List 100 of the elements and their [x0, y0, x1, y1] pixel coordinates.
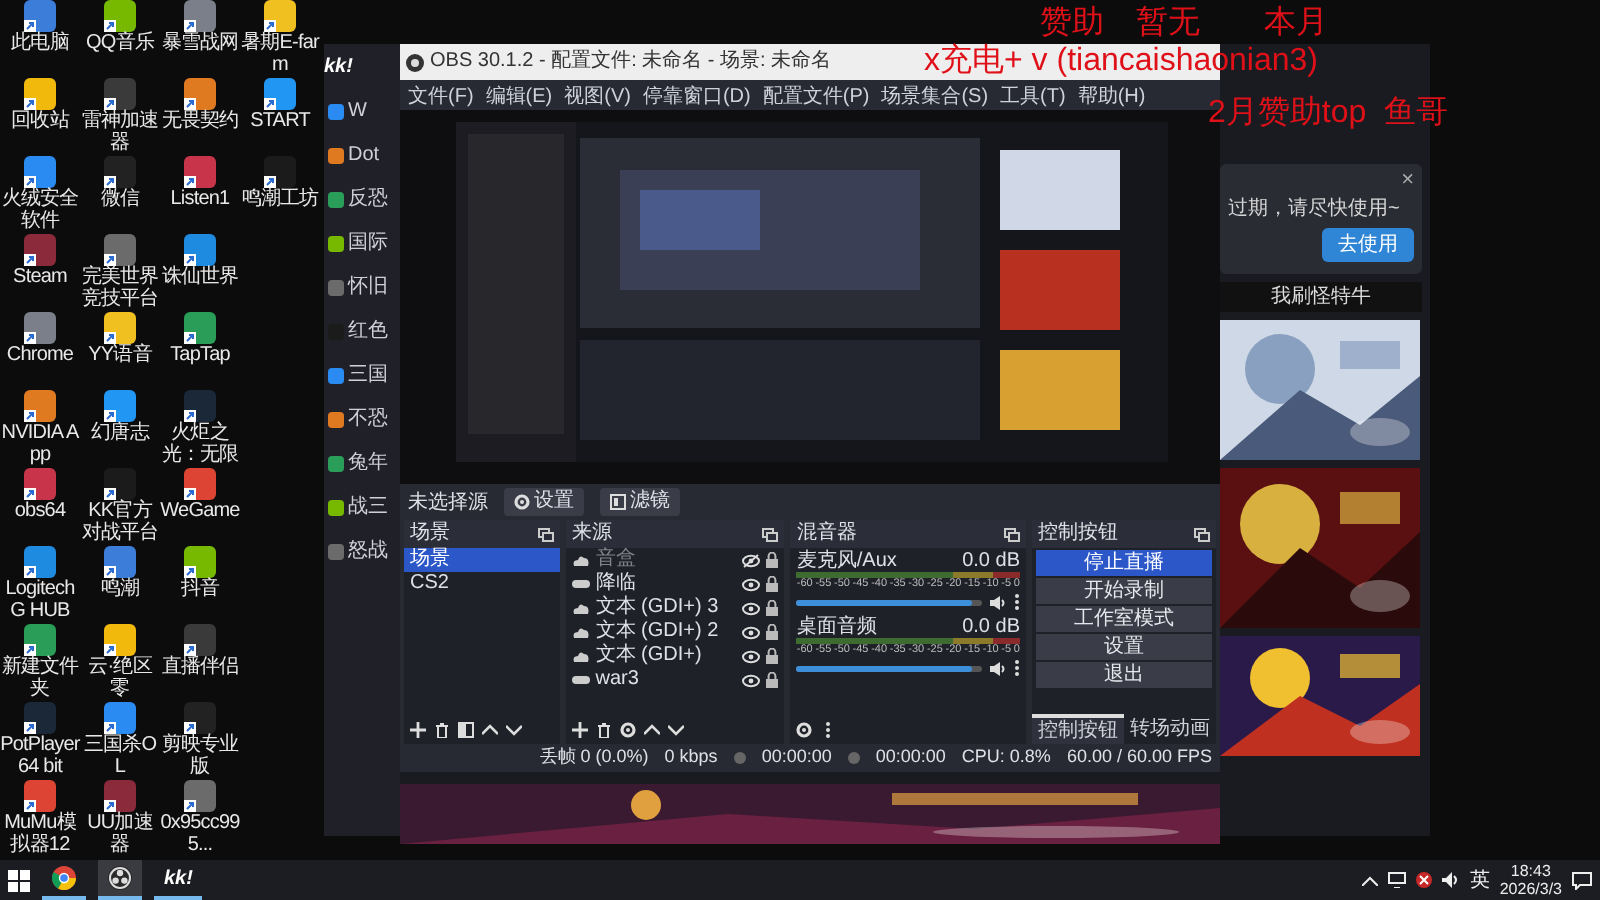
app-icon[interactable] [24, 624, 56, 656]
lock-icon[interactable] [766, 624, 779, 640]
clock[interactable]: 18:43 2026/3/3 [1499, 862, 1562, 898]
close-button[interactable]: × [1401, 170, 1414, 192]
control-button[interactable]: 退出 [1036, 662, 1212, 688]
undock-icon[interactable] [762, 527, 779, 541]
eye-icon[interactable] [742, 625, 761, 639]
app-icon[interactable] [184, 0, 216, 32]
app-icon[interactable] [184, 702, 216, 734]
app-icon[interactable] [104, 546, 136, 578]
eye-icon[interactable] [742, 673, 761, 687]
source-item[interactable]: 文本 (GDI+) 2 [595, 620, 737, 644]
sidebar-item[interactable]: W [348, 96, 367, 126]
properties-button[interactable]: 设置 [504, 488, 584, 516]
dock-tab[interactable]: 转场动画 [1124, 714, 1216, 744]
source-item[interactable]: 音盒 [595, 548, 737, 572]
filters-button[interactable]: 滤镜 [600, 488, 680, 516]
lock-icon[interactable] [766, 600, 779, 616]
source-item[interactable]: war3 [595, 668, 737, 692]
app-icon[interactable] [184, 546, 216, 578]
eye-icon[interactable] [742, 577, 761, 591]
app-icon[interactable] [24, 156, 56, 188]
sidebar-item[interactable]: 怒战 [348, 536, 388, 566]
lock-icon[interactable] [766, 576, 779, 592]
app-icon[interactable] [24, 390, 56, 422]
eye-hidden-icon[interactable] [742, 553, 761, 567]
add-icon[interactable] [410, 721, 426, 737]
app-icon[interactable] [264, 156, 296, 188]
sidebar-item[interactable]: 不恐 [348, 404, 388, 434]
control-button[interactable]: 停止直播 [1036, 550, 1212, 576]
source-item[interactable]: 文本 (GDI+) [595, 644, 737, 668]
gear-icon[interactable] [796, 721, 813, 737]
menu-item[interactable]: 文件(F) [408, 82, 474, 108]
monitor-icon[interactable] [1387, 872, 1406, 888]
app-icon[interactable] [184, 156, 216, 188]
app-icon[interactable] [24, 702, 56, 734]
speaker-icon[interactable] [990, 595, 1006, 609]
undock-icon[interactable] [537, 527, 554, 541]
notification-icon[interactable] [1572, 871, 1592, 889]
trash-icon[interactable] [434, 721, 450, 737]
speaker-icon[interactable] [990, 661, 1006, 675]
lock-icon[interactable] [766, 672, 779, 688]
sidebar-item[interactable]: 战三 [348, 492, 388, 522]
menu-item[interactable]: 工具(T) [1000, 82, 1066, 108]
sidebar-item[interactable]: 兔年 [348, 448, 388, 478]
sidebar-item[interactable]: 反恐 [348, 184, 388, 214]
app-icon[interactable] [264, 78, 296, 110]
app-icon[interactable] [184, 312, 216, 344]
menu-item[interactable]: 编辑(E) [485, 82, 553, 108]
control-button[interactable]: 设置 [1036, 634, 1212, 660]
app-icon[interactable] [104, 0, 136, 32]
app-icon[interactable] [24, 234, 56, 266]
source-item[interactable]: 文本 (GDI+) 3 [595, 596, 737, 620]
sidebar-item[interactable]: 红色 [348, 316, 388, 346]
menu-item[interactable]: 停靠窗口(D) [642, 82, 751, 108]
app-icon[interactable] [104, 78, 136, 110]
chevron-up-icon[interactable] [482, 721, 498, 737]
panel-icon[interactable] [458, 721, 474, 737]
app-icon[interactable] [264, 0, 296, 32]
source-item[interactable]: 降临 [595, 572, 737, 596]
app-icon[interactable] [184, 390, 216, 422]
app-icon[interactable] [24, 0, 56, 32]
app-icon[interactable] [104, 468, 136, 500]
app-icon[interactable] [104, 156, 136, 188]
control-button[interactable]: 开始录制 [1036, 578, 1212, 604]
scene-item[interactable]: CS2 [404, 572, 560, 596]
gear-icon[interactable] [619, 721, 636, 737]
lock-icon[interactable] [766, 648, 779, 664]
app-icon[interactable] [104, 702, 136, 734]
app-icon[interactable] [24, 468, 56, 500]
more-icon[interactable] [1014, 660, 1020, 676]
scene-item[interactable]: 场景 [404, 548, 560, 572]
menu-item[interactable]: 帮助(H) [1077, 82, 1146, 108]
app-icon[interactable] [104, 312, 136, 344]
taskbar-app[interactable] [42, 860, 86, 900]
undock-icon[interactable] [1004, 527, 1020, 541]
dock-tab[interactable]: 控制按钮 [1032, 714, 1124, 744]
control-button[interactable]: 工作室模式 [1036, 606, 1212, 632]
sidebar-item[interactable]: 国际 [348, 228, 388, 258]
app-icon[interactable] [184, 78, 216, 110]
volume-slider[interactable] [796, 665, 982, 671]
app-icon[interactable] [24, 546, 56, 578]
app-icon[interactable] [104, 780, 136, 812]
chevron-up-icon[interactable] [643, 721, 660, 737]
use-button[interactable]: 去使用 [1322, 228, 1414, 262]
menu-item[interactable]: 视图(V) [564, 82, 631, 108]
speaker-icon[interactable] [1441, 872, 1460, 888]
undock-icon[interactable] [1194, 527, 1210, 541]
lock-icon[interactable] [766, 552, 779, 568]
sidebar-item[interactable]: Dot [348, 140, 380, 170]
add-icon[interactable] [571, 721, 588, 737]
more-icon[interactable] [1014, 594, 1020, 610]
app-icon[interactable] [104, 624, 136, 656]
eye-icon[interactable] [742, 649, 761, 663]
input-language[interactable]: 英 [1469, 865, 1490, 895]
volume-slider[interactable] [796, 599, 982, 605]
sidebar-item[interactable]: 怀旧 [348, 272, 388, 302]
app-icon[interactable] [184, 780, 216, 812]
warning-icon[interactable] [1415, 872, 1432, 888]
app-icon[interactable] [184, 234, 216, 266]
